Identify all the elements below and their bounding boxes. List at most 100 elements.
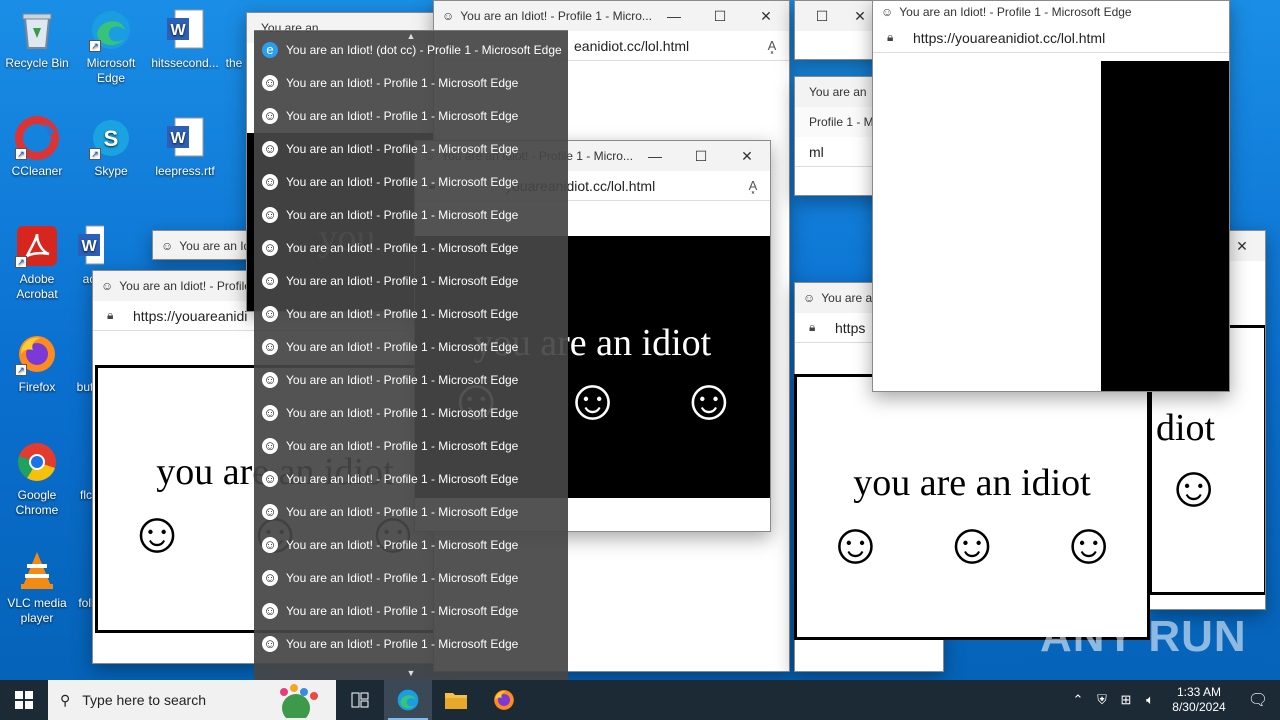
notification-icon[interactable]: 🗨︎ — [1236, 690, 1280, 710]
lock-icon: 🔒︎ — [809, 320, 816, 334]
window-list-item-label: You are an Idiot! - Profile 1 - Microsof… — [286, 537, 519, 552]
smiley-favicon-icon: ☺ — [262, 437, 278, 454]
window-list-item-label: You are an Idiot! - Profile 1 - Microsof… — [286, 339, 519, 354]
window-titlebar[interactable]: Profile 1 - Micr — [795, 107, 883, 137]
smiley-favicon-icon: ☺ — [262, 470, 278, 487]
window-list-item-label: You are an Idiot! - Profile 1 - Microsof… — [286, 603, 519, 618]
network-icon[interactable]: ⊞ — [1114, 692, 1138, 708]
window-list-item-label: You are an Idiot! - Profile 1 - Microsof… — [286, 207, 519, 222]
smiley-favicon-icon: ☺ — [262, 74, 278, 91]
desktop-icon-skype[interactable]: S ↗ Skype — [74, 116, 148, 179]
lock-icon: 🔒︎ — [107, 308, 114, 322]
window-list-item-label: You are an Idiot! - Profile 1 - Microsof… — [286, 141, 519, 156]
maximize-button[interactable]: ☐ — [697, 8, 743, 25]
smiley-favicon-icon: ☺ — [262, 602, 278, 619]
window-list-item-label: You are an Idiot! - Profile 1 - Microsof… — [286, 570, 519, 585]
window-list-item[interactable]: ☺ You are an Idiot! - Profile 1 - Microso… — [254, 594, 568, 627]
window-list-item[interactable]: ☺ You are an Idiot! - Profile 1 - Microso… — [254, 132, 568, 165]
browser-window[interactable]: You are an Profile 1 - Micr ml — [794, 76, 884, 196]
window-list-item[interactable]: ☺ You are an Idiot! - Profile 1 - Microso… — [254, 429, 568, 462]
maximize-button[interactable]: ☐ — [803, 8, 841, 25]
window-titlebar[interactable]: You are an — [795, 77, 883, 107]
smiley-favicon-icon: ☺ — [262, 305, 278, 322]
windows-logo-icon — [15, 691, 33, 709]
window-list-item-label: You are an Idiot! - Profile 1 - Microsof… — [286, 108, 519, 123]
window-list-item[interactable]: ☺ You are an Idiot! - Profile 1 - Microso… — [254, 99, 568, 132]
volume-icon[interactable]: 🔈︎ — [1138, 692, 1162, 708]
window-list-item-label: You are an Idiot! - Profile 1 - Microsof… — [286, 306, 519, 321]
desktop-icon-chrome[interactable]: Google Chrome — [0, 440, 74, 518]
minimize-button[interactable]: — — [651, 8, 697, 24]
taskbar-firefox-button[interactable] — [480, 680, 528, 720]
desktop-icon-firefox[interactable]: ↗ Firefox — [0, 332, 74, 395]
start-button[interactable] — [0, 680, 48, 720]
window-title: You are an Idiot! - Profile 1 - Microsof… — [899, 5, 1132, 19]
window-list-item[interactable]: ☺ You are an Idiot! - Profile 1 - Microso… — [254, 462, 568, 495]
window-list-item-label: You are an Idiot! - Profile 1 - Microsof… — [286, 372, 519, 387]
smiley-favicon-icon: ☺ — [262, 338, 278, 355]
taskbar-explorer-button[interactable] — [432, 680, 480, 720]
window-list-item[interactable]: ☺ You are an Idiot! - Profile 1 - Microso… — [254, 297, 568, 330]
window-list-item[interactable]: ☺ You are an Idiot! - Profile 1 - Microso… — [254, 396, 568, 429]
search-placeholder: Type here to search — [82, 692, 207, 708]
window-titlebar[interactable]: ☺ You are an Idiot! - Profile 1 - Micro.… — [434, 1, 789, 31]
desktop-icon-hitssecond[interactable]: W hitssecond... — [148, 8, 222, 71]
taskbar-edge-button[interactable] — [384, 680, 432, 720]
window-list-item[interactable]: ☺ You are an Idiot! - Profile 1 - Microso… — [254, 66, 568, 99]
window-list-item-label: You are an Idiot! - Profile 1 - Microsof… — [286, 273, 519, 288]
search-box[interactable]: ⚲ Type here to search — [48, 680, 336, 720]
window-title: You are an — [809, 85, 867, 99]
clock[interactable]: 1:33 AM 8/30/2024 — [1162, 685, 1236, 715]
window-list-item[interactable]: ☺ You are an Idiot! - Profile 1 - Microso… — [254, 363, 568, 396]
chevron-up-icon[interactable]: ⌃ — [1066, 692, 1090, 708]
taskbar-window-list[interactable]: ▲ e You are an Idiot! (dot cc) - Profile … — [254, 30, 568, 680]
word-doc-icon: W — [163, 8, 207, 52]
desktop-icon-label: leepress.rtf — [155, 164, 215, 178]
vlc-icon — [15, 548, 59, 592]
window-list-item[interactable]: ☺ You are an Idiot! - Profile 1 - Microso… — [254, 231, 568, 264]
address-bar[interactable]: ml — [795, 137, 883, 167]
close-button[interactable]: ✕ — [743, 8, 789, 25]
desktop-icon-edge[interactable]: ↗ Microsoft Edge — [74, 8, 148, 86]
desktop-icon-recycle-bin[interactable]: Recycle Bin — [0, 8, 74, 71]
desktop-icon-leepress[interactable]: W leepress.rtf — [148, 116, 222, 179]
svg-text:S: S — [104, 126, 119, 151]
scroll-down-icon[interactable]: ▼ — [254, 668, 568, 678]
edge-icon — [397, 689, 419, 711]
desktop-icon-vlc[interactable]: VLC media player — [0, 548, 74, 626]
desktop-icon-acrobat[interactable]: ↗ Adobe Acrobat — [0, 224, 74, 302]
window-list-item[interactable]: ☺ You are an Idiot! - Profile 1 - Microso… — [254, 627, 568, 660]
window-titlebar[interactable]: ☺ You are an Id — [153, 231, 261, 259]
window-title: Profile 1 - Micr — [809, 115, 883, 129]
window-list-item[interactable]: ☺ You are an Idiot! - Profile 1 - Microso… — [254, 330, 568, 363]
window-list-item[interactable]: e You are an Idiot! (dot cc) - Profile 1 … — [254, 33, 568, 66]
window-list-item[interactable]: ☺ You are an Idiot! - Profile 1 - Microso… — [254, 198, 568, 231]
window-list-item-label: You are an Idiot! - Profile 1 - Microsof… — [286, 438, 519, 453]
window-list-item[interactable]: ☺ You are an Idiot! - Profile 1 - Microso… — [254, 528, 568, 561]
read-aloud-icon[interactable]: A͓ — [755, 38, 789, 53]
window-list-item[interactable]: ☺ You are an Idiot! - Profile 1 - Microso… — [254, 495, 568, 528]
browser-window[interactable]: ☐ ✕ — [794, 0, 884, 60]
window-titlebar[interactable]: ☐ ✕ — [795, 1, 883, 31]
window-list-item[interactable]: ☺ You are an Idiot! - Profile 1 - Microso… — [254, 165, 568, 198]
smiley-row: ☺ ☺ ☺ — [797, 515, 1147, 573]
maximize-button[interactable]: ☐ — [678, 148, 724, 165]
desktop-icon-label: Firefox — [18, 380, 56, 394]
window-titlebar[interactable]: ☺ You are an Idiot! - Profile 1 - Micros… — [873, 1, 1229, 23]
address-bar[interactable]: 🔒︎ https://youareanidiot.cc/lol.html — [873, 23, 1229, 53]
desktop-icon-label: Microsoft Edge — [86, 56, 136, 85]
shortcut-arrow-icon: ↗ — [89, 148, 101, 160]
browser-window[interactable]: ☺ You are an Idiot! - Profile 1 - Micros… — [872, 0, 1230, 392]
read-aloud-icon[interactable]: A͓ — [736, 178, 770, 193]
ccleaner-icon: ↗ — [15, 116, 59, 160]
window-list-item[interactable]: ☺ You are an Idiot! - Profile 1 - Microso… — [254, 264, 568, 297]
window-list-item-label: You are an Idiot! - Profile 1 - Microsof… — [286, 471, 519, 486]
idiot-page-black-fragment — [1101, 61, 1229, 391]
window-list-item[interactable]: ☺ You are an Idiot! - Profile 1 - Microso… — [254, 561, 568, 594]
security-icon[interactable]: ⛨ — [1090, 692, 1114, 708]
desktop-icon-ccleaner[interactable]: ↗ CCleaner — [0, 116, 74, 179]
task-view-button[interactable] — [336, 680, 384, 720]
minimize-button[interactable]: — — [632, 148, 678, 164]
smiley-favicon-icon: ☺ — [262, 404, 278, 421]
close-button[interactable]: ✕ — [724, 148, 770, 165]
